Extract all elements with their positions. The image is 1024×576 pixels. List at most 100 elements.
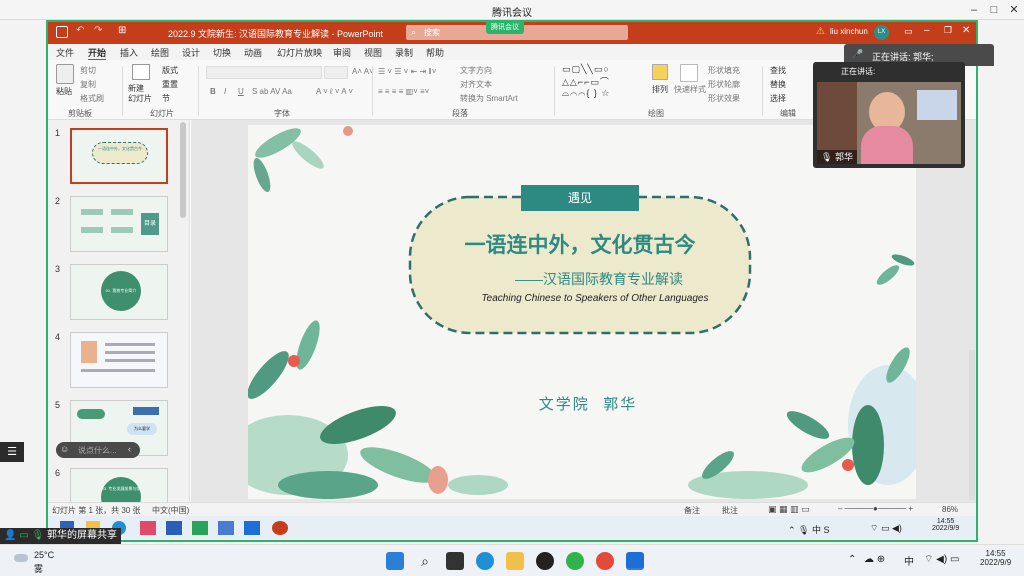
select-button[interactable]: 选择 [770,93,786,104]
powerpoint-icon[interactable] [272,521,288,535]
tray-chevron-icon[interactable]: ⌃ [848,554,856,565]
tab-draw[interactable]: 绘图 [151,46,169,59]
network-volume-icon[interactable]: ⌔ ◀) ▭ [924,553,959,566]
tencent-meeting-icon[interactable] [244,521,260,535]
tab-slideshow[interactable]: 幻灯片放映 [277,46,322,59]
zoom-level[interactable]: 86% [942,505,958,514]
font-size-select[interactable] [324,66,348,79]
clock[interactable]: 14:55 2022/9/9 [980,549,1011,567]
slide-scrollbar[interactable] [969,350,975,500]
app-icon[interactable] [192,521,208,535]
tab-insert[interactable]: 插入 [120,46,138,59]
edge-icon[interactable] [476,552,494,570]
user-name[interactable]: liu xinchun [830,27,868,36]
italic-icon[interactable]: I [224,87,226,96]
ribbon-display-icon[interactable]: ▭ [904,26,913,37]
layout-button[interactable]: 版式 [162,65,178,76]
current-slide[interactable]: 遇见 一语连中外，文化贯古今 ——汉语国际教育专业解读 Teaching Chi… [248,125,916,499]
save-icon[interactable] [56,26,68,38]
replace-button[interactable]: 替换 [770,79,786,90]
chrome-icon[interactable] [596,552,614,570]
chevron-left-icon[interactable]: ‹ [128,444,131,454]
smartart-button[interactable]: 转换为 SmartArt [460,93,518,104]
shape-effects-button[interactable]: 形状效果 [708,93,740,104]
underline-icon[interactable]: U [238,87,244,96]
shape-outline-button[interactable]: 形状轮廓 [708,79,740,90]
shapes-gallery[interactable]: ▭▢╲╲▭○ △△⌐⌐▭⌒ ⌓⌒⌒{ } ☆ [562,64,610,99]
close-icon[interactable]: ✕ [1006,3,1022,17]
undo-icon[interactable]: ↶ [76,25,84,36]
comments-button[interactable]: 批注 [722,505,738,516]
shape-fill-button[interactable]: 形状填充 [708,65,740,76]
tab-view[interactable]: 视图 [364,46,382,59]
folder-icon[interactable] [506,552,524,570]
search-icon[interactable]: ⌕ [416,552,434,570]
tab-file[interactable]: 文件 [56,46,74,59]
tab-transitions[interactable]: 切换 [213,46,231,59]
weather-text[interactable]: 雾 [34,562,43,575]
wechat-icon[interactable] [566,552,584,570]
member-list-icon[interactable]: ☰ [0,442,24,462]
network-volume-icon[interactable]: ⌔ ▭ ◀) [870,523,902,534]
task-view-icon[interactable] [446,552,464,570]
present-icon[interactable]: ⊞ [118,25,126,36]
temperature[interactable]: 25°C [34,550,54,560]
new-slide-button[interactable]: 新建 幻灯片 [128,84,158,104]
tab-home[interactable]: 开始 [88,46,107,61]
font-color-icon[interactable]: A ˅ ℓ ˅ A ˅ [316,87,353,96]
thumbnail-slide-3[interactable]: 01. 我校专业简介 [70,264,168,320]
language-status[interactable]: 中文(中国) [152,505,189,516]
tab-record[interactable]: 录制 [395,46,413,59]
notes-button[interactable]: 备注 [684,505,700,516]
maximize-icon[interactable]: □ [986,3,1002,17]
bold-icon[interactable]: B [210,87,216,96]
arrange-button[interactable]: 排列 [652,84,668,95]
ime-indicator[interactable]: 中 [904,553,914,568]
close-icon[interactable]: ✕ [962,25,970,36]
meeting-share-tag[interactable]: 腾讯会议 [486,22,524,34]
bullets-icon[interactable]: ☰ ˅ ☰ ˅ ⇤ ⇥ ‖˅ [378,67,436,76]
paste-button[interactable]: 粘贴 [56,86,72,97]
tab-animations[interactable]: 动画 [244,46,262,59]
qq-icon[interactable] [536,552,554,570]
app-icon[interactable] [218,521,234,535]
quick-styles-icon[interactable] [680,64,698,82]
view-buttons[interactable]: ▣ ▦ ▥ ▭ [768,504,810,515]
find-button[interactable]: 查找 [770,65,786,76]
cut-button[interactable]: 剪切 [80,65,96,76]
align-icon[interactable]: ≡ ≡ ≡ ≡ ▥˅ ≡˅ [378,87,429,96]
paste-icon[interactable] [56,64,74,84]
grow-font-icon[interactable]: A˄ A˅ [352,67,374,76]
thumbnail-scrollbar[interactable] [180,122,186,218]
word-icon[interactable] [166,521,182,535]
weather-icon[interactable] [14,554,28,562]
tab-review[interactable]: 审阅 [333,46,351,59]
tab-design[interactable]: 设计 [182,46,200,59]
tab-help[interactable]: 帮助 [426,46,444,59]
new-slide-icon[interactable] [132,64,150,80]
copy-button[interactable]: 复制 [80,79,96,90]
format-painter-button[interactable]: 格式刷 [80,93,104,104]
thumbnail-slide-4[interactable] [70,332,168,388]
start-icon[interactable] [386,552,404,570]
avatar[interactable]: LX [874,25,889,40]
thumbnail-slide-2[interactable]: 目录 [70,196,168,252]
tencent-meeting-icon[interactable] [626,552,644,570]
emoji-icon[interactable]: ☺ [60,444,69,454]
thumbnail-slide-1[interactable]: 一语连中外，文化贯古今 [70,128,168,184]
minimize-icon[interactable]: – [924,25,930,36]
align-text-button[interactable]: 对齐文本 [460,79,492,90]
chat-input[interactable]: ☺ 说点什么... ‹ [56,442,140,458]
zoom-slider[interactable]: – ─────●───── + [838,504,913,513]
reset-button[interactable]: 重置 [162,79,178,90]
arrange-icon[interactable] [652,64,668,80]
minimize-icon[interactable]: – [966,3,982,17]
redo-icon[interactable]: ↷ [94,25,102,36]
section-button[interactable]: 节 [162,93,170,104]
quick-styles-button[interactable]: 快速样式 [674,84,706,95]
app-icon[interactable] [140,521,156,535]
shadow-icon[interactable]: S ab AV Aa [252,87,292,96]
text-direction-button[interactable]: 文字方向 [460,65,492,76]
font-name-select[interactable] [206,66,322,79]
tray-icons[interactable]: ☁ ⊕ [864,554,885,565]
